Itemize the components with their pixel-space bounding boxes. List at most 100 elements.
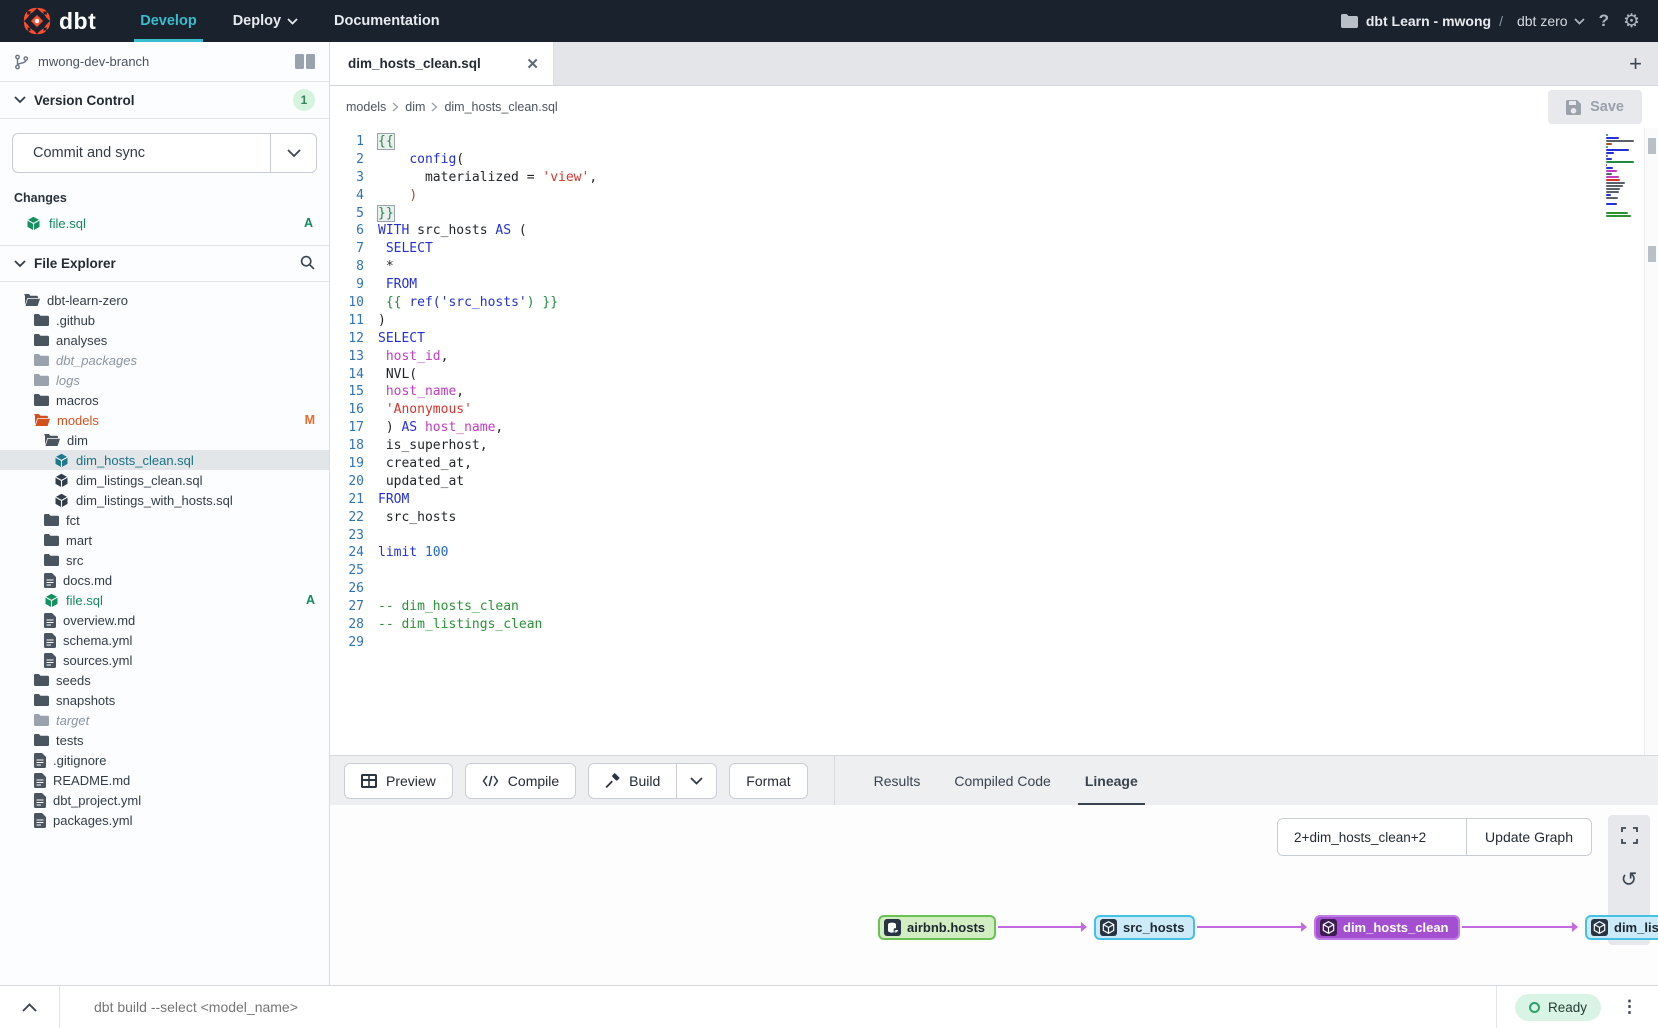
build-options-caret[interactable] bbox=[676, 764, 716, 798]
docs-book-icon[interactable] bbox=[295, 54, 315, 69]
kebab-menu-icon[interactable]: ⋮ bbox=[1621, 997, 1638, 1017]
editor-tab-active[interactable]: dim_hosts_clean.sql ✕ bbox=[330, 42, 554, 85]
code-line[interactable]: 12SELECT bbox=[330, 330, 1644, 348]
preview-button[interactable]: Preview bbox=[344, 763, 453, 799]
commit-and-sync-button[interactable]: Commit and sync bbox=[13, 134, 270, 172]
file-tree-item-target[interactable]: target bbox=[0, 710, 329, 730]
tab-lineage[interactable]: Lineage bbox=[1068, 756, 1155, 806]
code-line[interactable]: 2 config( bbox=[330, 151, 1644, 169]
save-button[interactable]: Save bbox=[1548, 90, 1642, 124]
file-tree-item-src[interactable]: src bbox=[0, 550, 329, 570]
breadcrumb-dim[interactable]: dim bbox=[405, 100, 425, 114]
code-line[interactable]: 5}} bbox=[330, 205, 1644, 223]
code-line[interactable]: 6WITH src_hosts AS ( bbox=[330, 222, 1644, 240]
file-tree-item-dim_hosts_clean.sql[interactable]: dim_hosts_clean.sql bbox=[0, 450, 329, 470]
code-line[interactable]: 8 * bbox=[330, 258, 1644, 276]
command-input[interactable] bbox=[60, 999, 1496, 1015]
dbt-logo[interactable]: dbt bbox=[0, 0, 122, 42]
code-line[interactable]: 24limit 100 bbox=[330, 544, 1644, 562]
new-tab-button[interactable]: + bbox=[1613, 51, 1658, 77]
lineage-node-dim_listings_with_hosts[interactable]: dim_listings_with_hosts bbox=[1585, 915, 1658, 940]
breadcrumb-file[interactable]: dim_hosts_clean.sql bbox=[444, 100, 557, 114]
tab-results[interactable]: Results bbox=[857, 756, 938, 806]
code-line[interactable]: 27-- dim_hosts_clean bbox=[330, 598, 1644, 616]
code-editor[interactable]: 1{{2 config(3 materialized = 'view',4 )5… bbox=[330, 128, 1658, 755]
changed-file-file.sql[interactable]: file.sql A bbox=[12, 211, 317, 235]
file-tree-item-dbt_packages[interactable]: dbt_packages bbox=[0, 350, 329, 370]
compile-button[interactable]: Compile bbox=[465, 763, 576, 799]
nav-documentation[interactable]: Documentation bbox=[316, 0, 458, 42]
nav-deploy[interactable]: Deploy bbox=[215, 0, 316, 42]
branch-row[interactable]: mwong-dev-branch bbox=[0, 42, 329, 82]
code-line[interactable]: 23 bbox=[330, 527, 1644, 545]
file-tree-item-.github[interactable]: .github bbox=[0, 310, 329, 330]
file-tree-item-mart[interactable]: mart bbox=[0, 530, 329, 550]
code-line[interactable]: 26 bbox=[330, 580, 1644, 598]
help-icon[interactable]: ? bbox=[1599, 11, 1609, 31]
file-tree-item-dim[interactable]: dim bbox=[0, 430, 329, 450]
file-tree-label: snapshots bbox=[56, 693, 115, 708]
code-line[interactable]: 17 ) AS host_name, bbox=[330, 419, 1644, 437]
file-tree-item-dim_listings_with_hosts.sql[interactable]: dim_listings_with_hosts.sql bbox=[0, 490, 329, 510]
file-explorer-header[interactable]: File Explorer bbox=[0, 245, 329, 282]
file-tree-item-models[interactable]: modelsM bbox=[0, 410, 329, 430]
changed-file-name: file.sql bbox=[49, 216, 86, 231]
file-tree-item-tests[interactable]: tests bbox=[0, 730, 329, 750]
line-number: 25 bbox=[330, 562, 378, 580]
tab-compiled-code[interactable]: Compiled Code bbox=[937, 756, 1068, 806]
file-tree-item-schema.yml[interactable]: schema.yml bbox=[0, 630, 329, 650]
code-line[interactable]: 16 'Anonymous' bbox=[330, 401, 1644, 419]
file-tree-item-dbt_project.yml[interactable]: dbt_project.yml bbox=[0, 790, 329, 810]
file-tree-item-sources.yml[interactable]: sources.yml bbox=[0, 650, 329, 670]
file-tree-item-packages.yml[interactable]: packages.yml bbox=[0, 810, 329, 830]
code-line[interactable]: 7 SELECT bbox=[330, 240, 1644, 258]
file-tree-item-dim_listings_clean.sql[interactable]: dim_listings_clean.sql bbox=[0, 470, 329, 490]
code-line[interactable]: 22 src_hosts bbox=[330, 509, 1644, 527]
code-line[interactable]: 9 FROM bbox=[330, 276, 1644, 294]
code-line[interactable]: 10 {{ ref('src_hosts') }} bbox=[330, 294, 1644, 312]
file-tree-item-overview.md[interactable]: overview.md bbox=[0, 610, 329, 630]
file-tree-item-logs[interactable]: logs bbox=[0, 370, 329, 390]
close-tab-icon[interactable]: ✕ bbox=[526, 55, 539, 73]
code-line[interactable]: 29 bbox=[330, 634, 1644, 652]
commit-options-caret[interactable] bbox=[270, 134, 316, 172]
code-line[interactable]: 11) bbox=[330, 312, 1644, 330]
code-line[interactable]: 25 bbox=[330, 562, 1644, 580]
build-button[interactable]: Build bbox=[589, 764, 676, 798]
file-tree-item-.gitignore[interactable]: .gitignore bbox=[0, 750, 329, 770]
settings-gear-icon[interactable]: ⚙ bbox=[1623, 10, 1640, 33]
code-line[interactable]: 28-- dim_listings_clean bbox=[330, 616, 1644, 634]
lineage-node-src_hosts[interactable]: src_hosts bbox=[1094, 915, 1195, 940]
file-tree-item-analyses[interactable]: analyses bbox=[0, 330, 329, 350]
editor-scrollbar[interactable] bbox=[1644, 128, 1658, 755]
version-control-header[interactable]: Version Control 1 bbox=[0, 82, 329, 119]
file-tree-item-fct[interactable]: fct bbox=[0, 510, 329, 530]
code-line[interactable]: 1{{ bbox=[330, 133, 1644, 151]
code-line[interactable]: 14 NVL( bbox=[330, 366, 1644, 384]
code-line[interactable]: 3 materialized = 'view', bbox=[330, 169, 1644, 187]
code-line[interactable]: 21FROM bbox=[330, 491, 1644, 509]
file-tree-item-snapshots[interactable]: snapshots bbox=[0, 690, 329, 710]
code-line[interactable]: 19 created_at, bbox=[330, 455, 1644, 473]
format-button[interactable]: Format bbox=[729, 763, 807, 799]
lineage-node-airbnb.hosts[interactable]: airbnb.hosts bbox=[878, 915, 996, 940]
project-switcher[interactable]: dbt Learn - mwong / bbox=[1341, 13, 1503, 29]
file-tree-item-dbt-learn-zero[interactable]: dbt-learn-zero bbox=[0, 290, 329, 310]
breadcrumb-models[interactable]: models bbox=[346, 100, 386, 114]
file-tree-item-macros[interactable]: macros bbox=[0, 390, 329, 410]
file-tree-item-README.md[interactable]: README.md bbox=[0, 770, 329, 790]
file-search-icon[interactable] bbox=[300, 255, 315, 273]
expand-command-panel-button[interactable] bbox=[0, 986, 60, 1028]
environment-selector[interactable]: dbt zero bbox=[1517, 13, 1585, 29]
file-tree-item-seeds[interactable]: seeds bbox=[0, 670, 329, 690]
code-line[interactable]: 13 host_id, bbox=[330, 348, 1644, 366]
file-tree-item-docs.md[interactable]: docs.md bbox=[0, 570, 329, 590]
nav-develop[interactable]: Develop bbox=[122, 0, 214, 42]
code-line[interactable]: 4 ) bbox=[330, 187, 1644, 205]
code-line[interactable]: 18 is_superhost, bbox=[330, 437, 1644, 455]
code-line[interactable]: 20 updated_at bbox=[330, 473, 1644, 491]
minimap[interactable] bbox=[1606, 134, 1636, 221]
code-line[interactable]: 15 host_name, bbox=[330, 383, 1644, 401]
file-tree-item-file.sql[interactable]: file.sqlA bbox=[0, 590, 329, 610]
lineage-node-dim_hosts_clean[interactable]: dim_hosts_clean bbox=[1314, 915, 1460, 940]
